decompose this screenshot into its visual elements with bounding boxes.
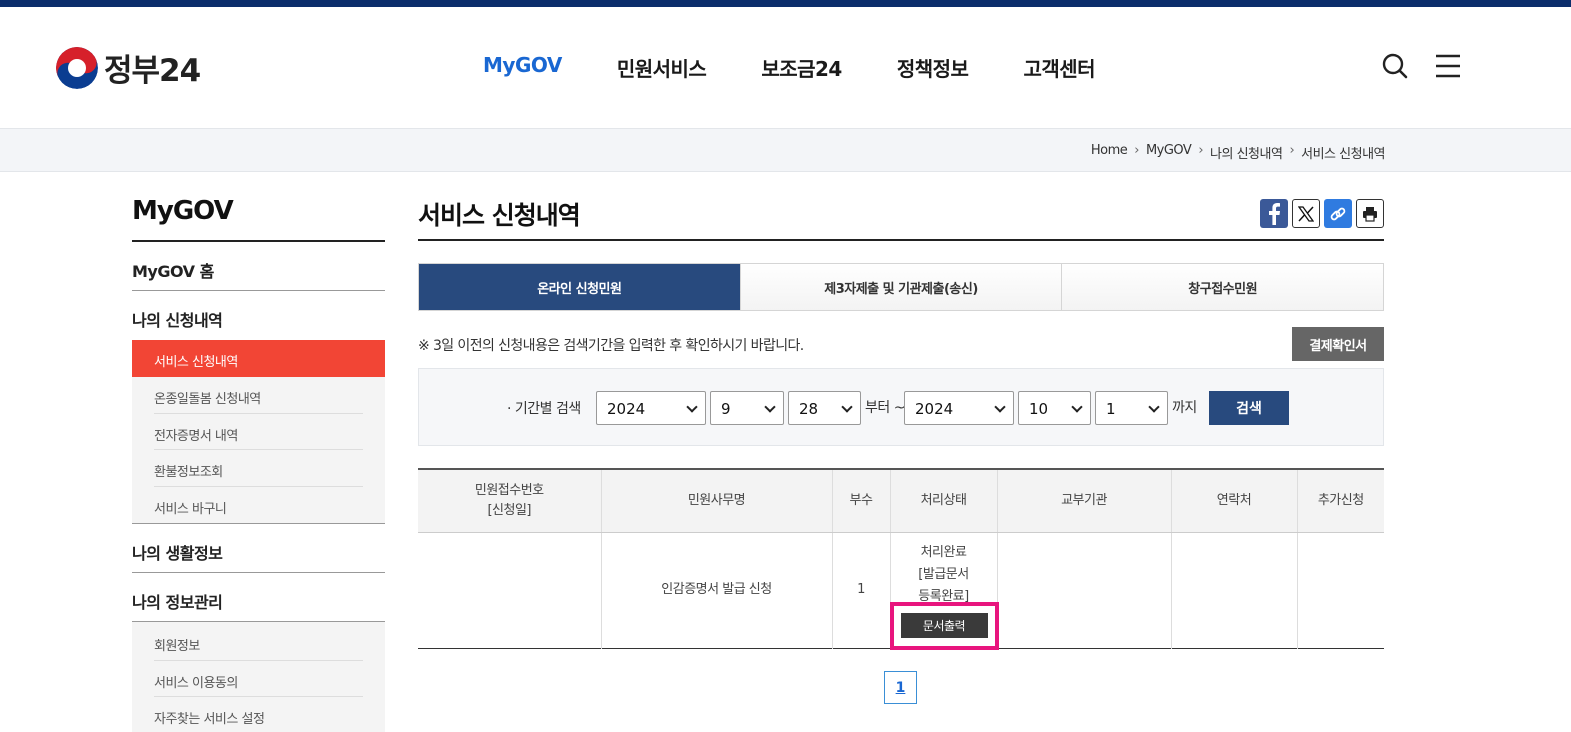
nav-civil-services[interactable]: 민원서비스: [617, 53, 707, 82]
search-button[interactable]: 검색: [1209, 391, 1289, 425]
status-detail: [발급문서: [918, 566, 969, 582]
from-day-select[interactable]: 28: [788, 391, 861, 425]
logo-text: 정부24: [104, 53, 201, 89]
cell-service-name: 인감증명서 발급 신청: [600, 532, 832, 648]
breadcrumb-mygov[interactable]: MyGOV: [1146, 143, 1192, 162]
facebook-icon[interactable]: [1260, 199, 1288, 228]
nav-subsidy24[interactable]: 보조금24: [761, 53, 842, 82]
taegeuk-logo-icon: [56, 46, 98, 89]
column-header-contact: 연락처: [1170, 469, 1297, 533]
status-text: 처리완료: [920, 544, 967, 560]
application-tabs: 온라인 신청민원 제3자제출 및 기관제출(송신) 창구접수민원: [418, 263, 1384, 311]
sidebar: MyGOV MyGOV 홈 나의 신청내역 서비스 신청내역 온종일돌봄 신청내…: [132, 196, 385, 732]
nav-policy-info[interactable]: 정책정보: [897, 53, 969, 82]
search-notice: ※ 3일 이전의 신청내용은 검색기간을 입력한 후 확인하시기 바랍니다.: [418, 338, 804, 354]
column-header-receipt-number: 민원접수번호 [신청일]: [418, 469, 601, 533]
logo[interactable]: 정부24: [56, 45, 201, 90]
breadcrumb-bar: Home › MyGOV › 나의 신청내역 › 서비스 신청내역: [0, 128, 1571, 172]
top-accent-bar: [0, 0, 1571, 7]
sidebar-item-care-applications[interactable]: 온종일돌봄 신청내역: [154, 377, 363, 414]
main-content: 서비스 신청내역 온라인 신청민원 제3자제출 및 기관제출(송신) 창구접수민…: [418, 196, 1384, 704]
from-month-select[interactable]: 9: [710, 391, 784, 425]
sidebar-item-service-consent[interactable]: 서비스 이용동의: [154, 661, 363, 697]
period-search-label: · 기간별 검색: [507, 401, 581, 417]
print-icon[interactable]: [1356, 199, 1384, 228]
sidebar-item-life-info[interactable]: 나의 생활정보: [132, 524, 385, 573]
to-label: 까지: [1172, 400, 1197, 416]
breadcrumb-current: 서비스 신청내역: [1301, 147, 1385, 162]
sidebar-item-favorite-settings[interactable]: 자주찾는 서비스 설정: [154, 697, 363, 732]
breadcrumb-home[interactable]: Home: [1091, 143, 1128, 162]
table-row: 인감증명서 발급 신청 1 처리완료 [발급문서 등록완료] 문서출력: [418, 532, 1384, 650]
cell-additional: [1296, 532, 1384, 648]
site-header: 정부24 MyGOV 민원서비스 보조금24 정책정보 고객센터: [0, 7, 1571, 128]
print-document-button[interactable]: 문서출력: [900, 613, 988, 638]
tab-online-applications[interactable]: 온라인 신청민원: [419, 264, 741, 310]
link-icon[interactable]: [1324, 199, 1352, 228]
sidebar-submenu-info: 회원정보 서비스 이용동의 자주찾는 서비스 설정: [132, 622, 385, 732]
column-header-issuing-agency: 교부기관: [996, 469, 1171, 533]
sidebar-item-mygov-home[interactable]: MyGOV 홈: [132, 242, 385, 291]
from-label: 부터 ~: [865, 400, 905, 416]
from-year-select[interactable]: 2024: [596, 391, 706, 425]
applications-table: 민원접수번호 [신청일] 민원사무명 부수 처리상태 교부기관 연락처 추가신청 …: [418, 468, 1384, 650]
to-year-select[interactable]: 2024: [904, 391, 1014, 425]
chevron-right-icon: ›: [1198, 143, 1204, 158]
cell-copies: 1: [831, 532, 890, 648]
menu-icon[interactable]: [1434, 52, 1462, 80]
column-header-copies: 부수: [831, 469, 890, 533]
sidebar-item-service-basket[interactable]: 서비스 바구니: [154, 487, 363, 524]
cell-contact: [1170, 532, 1297, 648]
search-icon[interactable]: [1381, 52, 1409, 80]
column-header-additional: 추가신청: [1296, 469, 1384, 533]
cell-issuing-agency: [996, 532, 1171, 648]
main-nav: MyGOV 민원서비스 보조금24 정책정보 고객센터: [483, 53, 1150, 82]
sidebar-item-refund-info[interactable]: 환불정보조회: [154, 450, 363, 487]
cell-receipt-number: [418, 532, 601, 648]
sidebar-item-e-certificates[interactable]: 전자증명서 내역: [154, 414, 363, 450]
nav-customer-center[interactable]: 고객센터: [1023, 53, 1095, 82]
column-header-status: 처리상태: [889, 469, 997, 533]
page-title: 서비스 신청내역: [418, 196, 1384, 241]
breadcrumb-my-applications[interactable]: 나의 신청내역: [1210, 143, 1283, 162]
pagination-page-1[interactable]: 1: [884, 671, 917, 704]
sidebar-submenu-applications: 서비스 신청내역 온종일돌봄 신청내역 전자증명서 내역 환불정보조회 서비스 …: [132, 340, 385, 524]
breadcrumb: Home › MyGOV › 나의 신청내역 › 서비스 신청내역: [1091, 143, 1386, 162]
highlight-box: 문서출력: [889, 601, 999, 650]
sidebar-item-member-info[interactable]: 회원정보: [154, 624, 363, 661]
tab-counter-applications[interactable]: 창구접수민원: [1062, 264, 1384, 310]
period-search-box: · 기간별 검색 2024 9 28 부터 ~ 2024 10 1 까지 검색: [418, 368, 1384, 446]
to-month-select[interactable]: 10: [1018, 391, 1091, 425]
sidebar-item-info-management[interactable]: 나의 정보관리: [132, 573, 385, 622]
chevron-right-icon: ›: [1289, 143, 1295, 158]
share-toolbar: [1256, 199, 1384, 228]
chevron-right-icon: ›: [1134, 143, 1139, 158]
cell-status: 처리완료 [발급문서 등록완료] 문서출력: [889, 532, 999, 650]
to-day-select[interactable]: 1: [1095, 391, 1168, 425]
sidebar-item-service-applications[interactable]: 서비스 신청내역: [132, 340, 385, 377]
sidebar-item-my-applications[interactable]: 나의 신청내역: [132, 291, 385, 340]
nav-mygov[interactable]: MyGOV: [483, 53, 562, 82]
sidebar-title: MyGOV: [132, 196, 385, 242]
payment-receipt-button[interactable]: 결제확인서: [1292, 327, 1384, 361]
column-header-service-name: 민원사무명: [600, 469, 832, 533]
tab-third-party-submission[interactable]: 제3자제출 및 기관제출(송신): [740, 264, 1063, 310]
x-icon[interactable]: [1292, 199, 1320, 228]
